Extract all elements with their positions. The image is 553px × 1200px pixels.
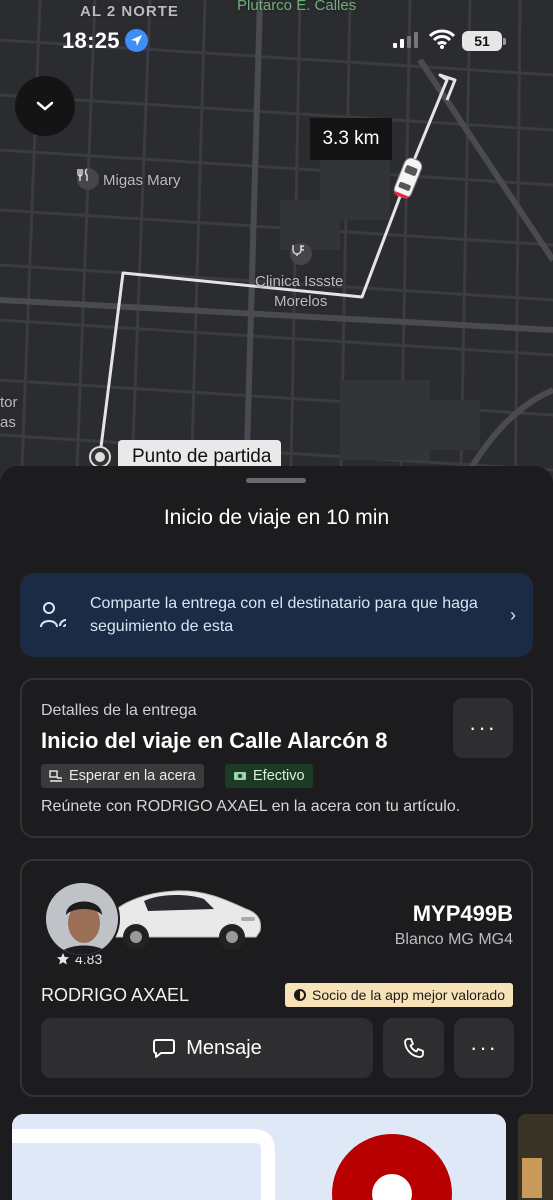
distance-badge: 3.3 km — [310, 118, 392, 160]
cash-icon — [233, 770, 247, 782]
wifi-icon — [429, 29, 455, 49]
collapse-map-button[interactable] — [15, 76, 75, 136]
share-delivery-banner[interactable]: Comparte la entrega con el destinatario … — [20, 573, 533, 657]
curb-icon — [49, 769, 63, 783]
chat-bubble-icon — [153, 1039, 176, 1058]
driver-card: 4.83 MYP499B Blanco MG MG4 RODRIGO AXAEL… — [20, 859, 533, 1097]
driver-avatar[interactable] — [44, 881, 120, 957]
location-arrow-icon — [125, 29, 148, 52]
license-plate: MYP499B — [412, 901, 513, 926]
payment-cash-text: Efectivo — [253, 768, 305, 784]
map-view[interactable]: AL 2 NORTE Plutarco E. Calles Migas Mary… — [0, 0, 553, 520]
delivery-details-card: Detalles de la entrega Inicio del viaje … — [20, 678, 533, 838]
map-place-label: as — [0, 414, 16, 431]
top-rated-text: Socio de la app mejor valorado — [311, 987, 505, 1003]
message-label: Mensaje — [186, 1036, 262, 1059]
delivery-more-button[interactable]: ··· — [453, 698, 513, 758]
chevron-down-icon — [36, 101, 54, 111]
cellular-signal-icon — [393, 32, 418, 48]
map-poi-label: Morelos — [274, 293, 328, 310]
mini-map-graphic — [12, 1114, 506, 1200]
driver-name: RODRIGO AXAEL — [41, 985, 190, 1005]
payment-cash-tag: Efectivo — [225, 764, 313, 788]
share-delivery-text: Comparte la entrega con el destinatario … — [90, 595, 478, 635]
map-place-label: tor — [0, 394, 18, 411]
vehicle-model: Blanco MG MG4 — [394, 931, 513, 948]
pickup-pin-icon — [91, 448, 109, 466]
hospital-icon — [290, 243, 312, 265]
status-time: 18:25 — [62, 28, 120, 53]
message-driver-button[interactable]: Mensaje — [41, 1018, 373, 1078]
share-tracking-icon — [20, 600, 90, 630]
delivery-instructions: Reúnete con RODRIGO AXAEL en la acera co… — [41, 798, 461, 815]
delivery-details-label: Detalles de la entrega — [41, 702, 197, 719]
chevron-right-icon: › — [510, 604, 516, 625]
restaurant-icon — [77, 168, 99, 190]
trip-eta-title: Inicio de viaje en 10 min — [163, 506, 390, 529]
map-poi-label: Clinica Issste — [255, 273, 344, 290]
trip-bottom-sheet: Inicio de viaje en 10 min Comparte la en… — [0, 466, 553, 1200]
curbside-wait-tag: Esperar en la acera — [41, 764, 204, 788]
curbside-wait-text: Esperar en la acera — [69, 768, 196, 784]
photo-thumbnail[interactable] — [518, 1114, 553, 1200]
destination-map-preview[interactable] — [12, 1114, 506, 1200]
call-driver-button[interactable] — [383, 1018, 444, 1078]
phone-icon — [403, 1038, 424, 1058]
top-rated-badge: Socio de la app mejor valorado — [284, 983, 513, 1007]
pickup-address-title: Inicio del viaje en Calle Alarcón 8 — [41, 728, 388, 753]
driver-more-button[interactable]: ··· — [454, 1018, 514, 1078]
battery-indicator: 51 — [462, 31, 506, 51]
map-poi-label: Migas Mary — [103, 172, 181, 189]
sheet-drag-handle[interactable] — [246, 478, 306, 483]
top-rated-icon — [293, 989, 306, 1001]
status-bar: 18:25 51 — [0, 0, 553, 60]
